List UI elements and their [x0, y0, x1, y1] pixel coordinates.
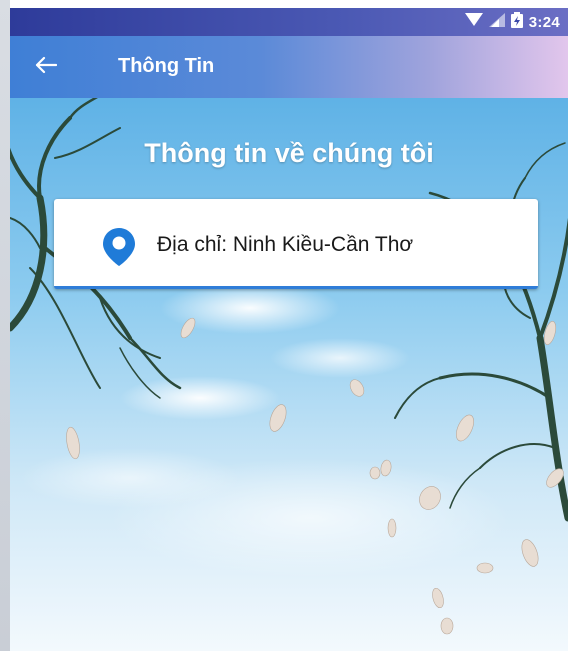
location-pin-icon [102, 227, 136, 267]
background-image [10, 98, 568, 651]
phone-screen: 3:24 Thông Tin Thông tin về chúng tôi Đị… [10, 8, 568, 651]
battery-icon [510, 11, 523, 33]
sky-tree-illustration [10, 98, 568, 651]
status-bar: 3:24 [10, 8, 568, 36]
status-time: 3:24 [528, 13, 560, 31]
arrow-left-icon [35, 56, 58, 79]
address-text: Địa chỉ: Ninh Kiều-Cần Thơ [157, 233, 414, 256]
window-edge [0, 0, 10, 651]
back-button[interactable] [30, 51, 62, 83]
wifi-icon [464, 12, 483, 32]
page-title: Thông Tin [118, 55, 215, 77]
app-window: 3:24 Thông Tin Thông tin về chúng tôi Đị… [0, 0, 579, 651]
app-bar: Thông Tin [10, 36, 568, 98]
signal-icon [488, 12, 505, 32]
status-icons: 3:24 [464, 11, 560, 33]
section-heading: Thông tin về chúng tôi [144, 138, 434, 168]
address-card[interactable]: Địa chỉ: Ninh Kiều-Cần Thơ [54, 199, 538, 289]
